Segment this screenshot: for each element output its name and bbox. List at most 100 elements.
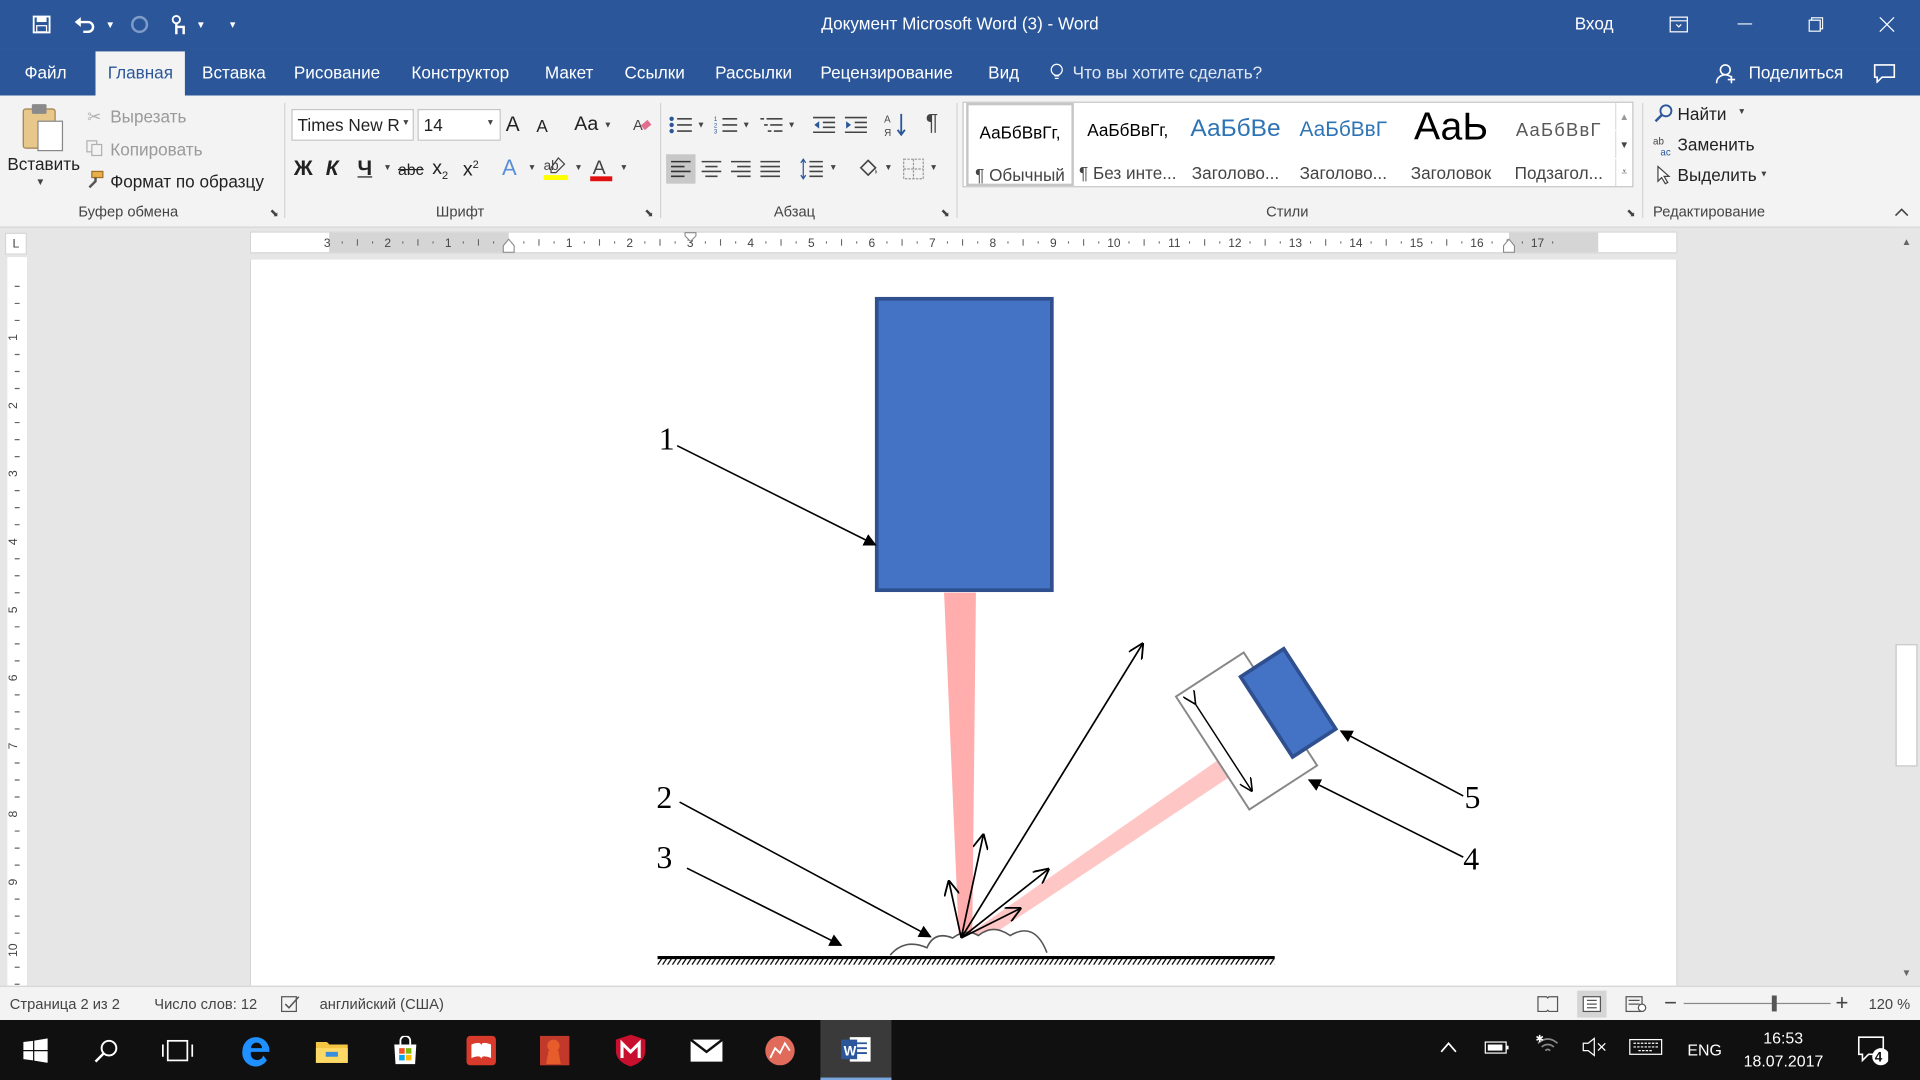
show-hidden-icons-icon[interactable] (1440, 1037, 1457, 1057)
style-title[interactable]: АаЬ Заголовок (1397, 103, 1505, 186)
find-dropdown-icon[interactable]: ▼ (1738, 108, 1746, 117)
word-taskbar-icon[interactable]: W (820, 1020, 892, 1080)
align-center-icon[interactable] (697, 154, 726, 183)
line-spacing-icon[interactable] (797, 154, 826, 183)
align-left-icon[interactable] (666, 154, 696, 184)
read-mode-icon[interactable] (1536, 993, 1560, 1015)
paste-dropdown-icon[interactable]: ▼ (36, 176, 46, 187)
change-case-button[interactable]: Aa (574, 114, 598, 136)
battery-icon[interactable] (1484, 1038, 1511, 1059)
bullets-dropdown-icon[interactable]: ▼ (697, 121, 705, 130)
vertical-ruler[interactable]: 1234567891011 (7, 257, 27, 986)
word-count[interactable]: Число слов: 12 (154, 996, 257, 1013)
borders-dropdown-icon[interactable]: ▼ (929, 164, 937, 173)
clear-formatting-icon[interactable]: A (629, 113, 653, 137)
styles-scroll-up-icon[interactable]: ▲ (1615, 102, 1632, 130)
multilevel-dropdown-icon[interactable]: ▼ (787, 121, 795, 130)
comments-icon[interactable] (1871, 61, 1898, 85)
file-explorer-icon[interactable] (296, 1020, 367, 1080)
style-heading-1[interactable]: АаБбВе Заголово... (1182, 103, 1290, 186)
start-button[interactable] (0, 1020, 71, 1080)
wifi-icon[interactable]: ✱ (1536, 1034, 1560, 1061)
clipboard-launcher-icon[interactable]: ⬊ (267, 206, 282, 221)
line-spacing-dropdown-icon[interactable]: ▼ (829, 164, 837, 173)
superscript-button[interactable]: x2 (463, 158, 479, 182)
align-right-icon[interactable] (726, 154, 755, 183)
decrease-indent-icon[interactable] (811, 113, 838, 137)
font-size-dropdown-icon[interactable]: ▼ (486, 119, 494, 128)
underline-button[interactable]: Ч (358, 157, 373, 181)
text-effects-icon[interactable]: A (502, 156, 517, 182)
styles-more-icon[interactable]: ⩡ (1615, 159, 1632, 187)
tab-references[interactable]: Ссылки (624, 62, 684, 82)
tab-draw[interactable]: Рисование (294, 62, 380, 82)
input-language[interactable]: ENG (1687, 1041, 1721, 1059)
select-button[interactable]: Выделить (1678, 165, 1757, 185)
document-page[interactable]: 1 2 3 4 5 (249, 259, 1678, 986)
proofing-icon[interactable] (279, 994, 301, 1014)
share-button[interactable]: Поделиться (1749, 62, 1844, 82)
justify-icon[interactable] (756, 154, 785, 183)
reader-app-icon[interactable] (446, 1020, 517, 1080)
ribbon-display-icon[interactable] (1663, 10, 1695, 39)
copy-button[interactable]: Копировать (110, 140, 202, 160)
signin-link[interactable]: Вход (1575, 13, 1614, 33)
print-layout-icon[interactable] (1577, 990, 1607, 1018)
numbering-dropdown-icon[interactable]: ▼ (742, 121, 750, 130)
zoom-slider-thumb[interactable] (1772, 995, 1778, 1012)
bold-button[interactable]: Ж (294, 157, 313, 181)
app-icon-red-figure[interactable] (519, 1020, 590, 1080)
font-name-dropdown-icon[interactable]: ▼ (402, 119, 410, 128)
tab-file[interactable]: Файл (24, 62, 66, 82)
zoom-slider[interactable] (1683, 995, 1831, 1012)
clipboard-paste-icon[interactable] (15, 100, 69, 154)
style-heading-2[interactable]: АаБбВвГ Заголово... (1289, 103, 1397, 186)
text-effects-dropdown-icon[interactable]: ▼ (528, 164, 536, 173)
select-dropdown-icon[interactable]: ▼ (1760, 170, 1768, 179)
tab-review[interactable]: Рецензирование (820, 62, 952, 82)
zoom-in-button[interactable]: + (1836, 991, 1849, 1017)
clock-time[interactable]: 16:53 (1763, 1029, 1803, 1047)
keyboard-icon[interactable] (1629, 1038, 1663, 1059)
sort-icon[interactable]: AЯ (883, 110, 910, 139)
style-subtitle[interactable]: АаБбВвГ Подзагол... (1505, 103, 1613, 186)
font-name-box[interactable]: Times New R (291, 108, 414, 141)
store-icon[interactable] (370, 1020, 441, 1080)
clock-date[interactable]: 18.07.2017 (1744, 1052, 1824, 1070)
tab-insert[interactable]: Вставка (202, 62, 266, 82)
find-button[interactable]: Найти (1678, 104, 1727, 124)
language[interactable]: английский (США) (320, 996, 444, 1013)
restore-icon[interactable] (1800, 10, 1832, 39)
change-case-dropdown-icon[interactable]: ▼ (604, 121, 612, 130)
page-count[interactable]: Страница 2 из 2 (10, 996, 120, 1013)
tab-stop-selector[interactable]: L (4, 232, 27, 255)
highlight-dropdown-icon[interactable]: ▼ (574, 164, 582, 173)
tab-home[interactable]: Главная (95, 51, 186, 96)
grow-font-button[interactable]: A (506, 113, 520, 137)
tab-view[interactable]: Вид (988, 62, 1019, 82)
font-color-icon[interactable]: A (587, 154, 616, 183)
borders-icon[interactable] (899, 154, 928, 183)
zoom-out-button[interactable]: − (1664, 991, 1677, 1017)
task-view-icon[interactable] (142, 1020, 213, 1080)
paste-button[interactable]: Вставить (7, 154, 80, 174)
highlight-icon[interactable]: ab (541, 154, 570, 183)
font-launcher-icon[interactable]: ⬊ (642, 206, 657, 221)
style-no-spacing[interactable]: АаБбВвГг, ¶ Без инте... (1074, 103, 1182, 186)
shading-icon[interactable] (853, 154, 882, 183)
show-formatting-icon[interactable]: ¶ (926, 110, 939, 137)
styles-launcher-icon[interactable]: ⬊ (1624, 206, 1639, 221)
minimize-icon[interactable] (1729, 10, 1761, 39)
scrollbar-thumb[interactable] (1895, 644, 1918, 767)
numbering-icon[interactable]: 123 (713, 113, 740, 137)
scroll-down-icon[interactable]: ▼ (1897, 962, 1917, 982)
vertical-scrollbar[interactable]: ▲ ▼ (1893, 227, 1920, 986)
tab-layout[interactable]: Макет (545, 62, 594, 82)
strikethrough-button[interactable]: abc (398, 160, 424, 178)
styles-scroll-down-icon[interactable]: ▼ (1615, 131, 1632, 158)
scroll-up-icon[interactable]: ▲ (1897, 231, 1917, 251)
style-normal[interactable]: АаБбВвГг, ¶ Обычный (966, 102, 1074, 187)
web-layout-icon[interactable] (1624, 993, 1648, 1015)
graph-app-icon[interactable] (744, 1020, 815, 1080)
underline-dropdown-icon[interactable]: ▼ (383, 164, 391, 173)
